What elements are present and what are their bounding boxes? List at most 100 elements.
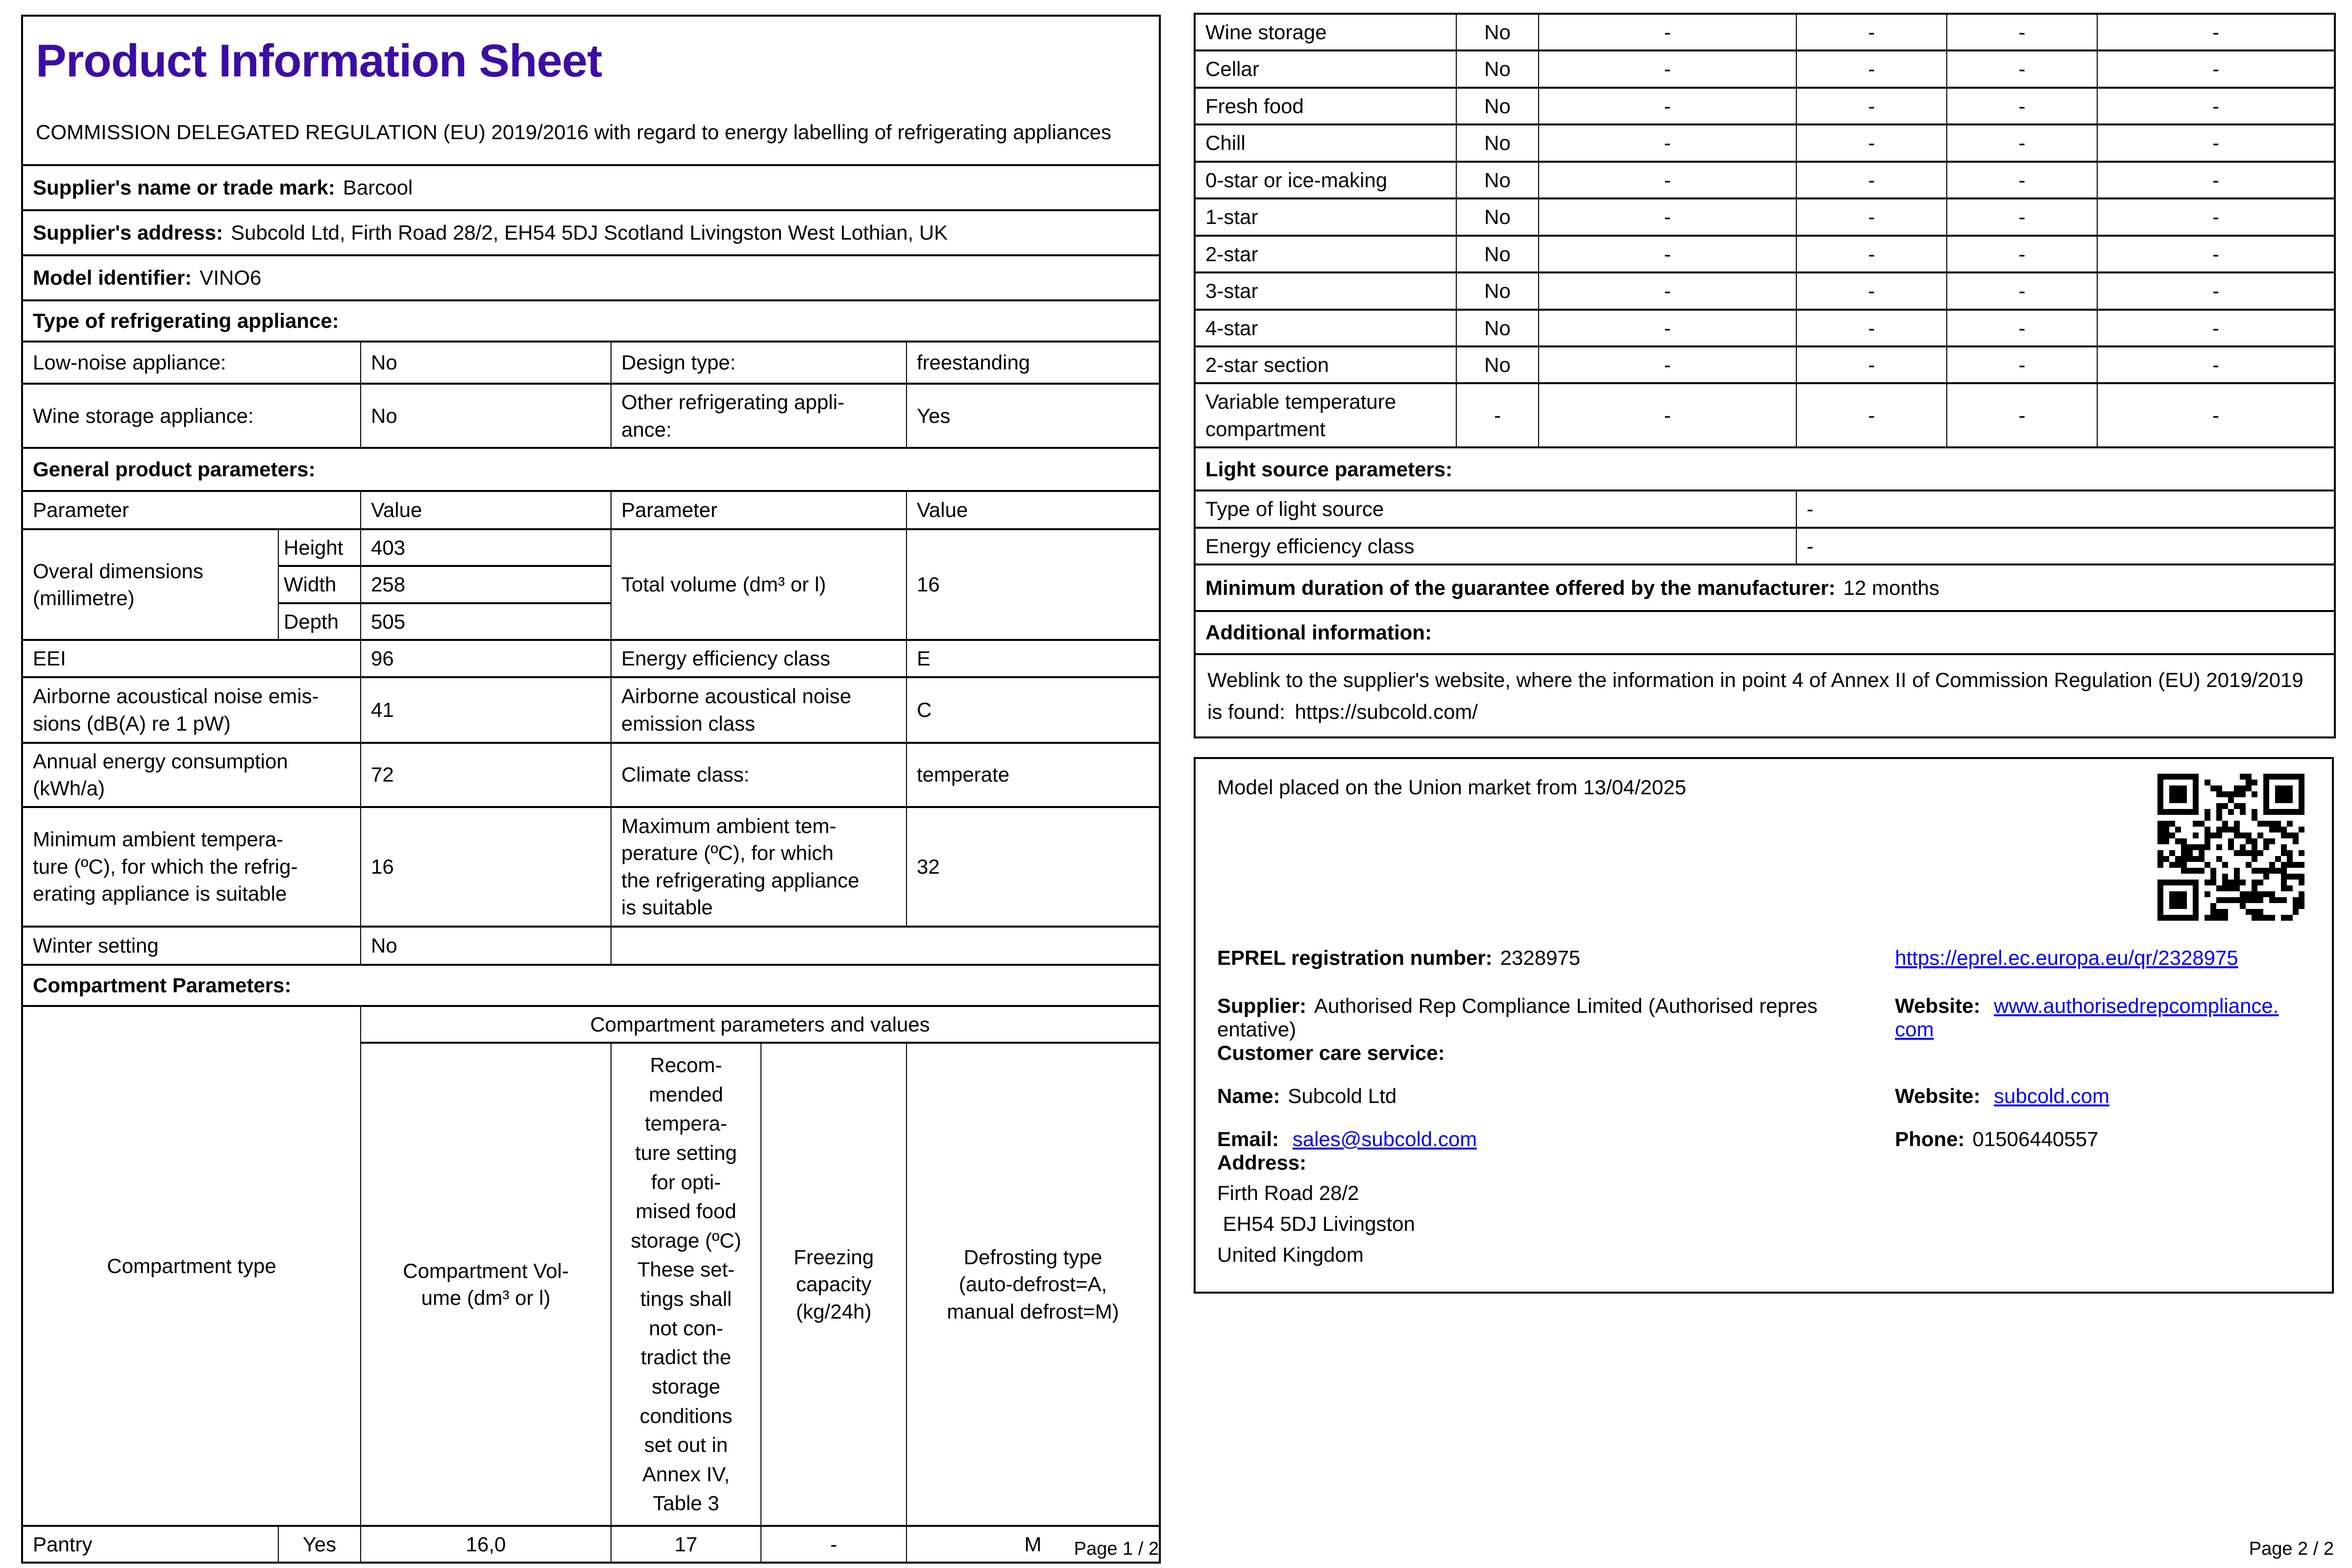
supplier-address-row: Supplier's address: Subcold Ltd, Firth Ro… [21, 209, 1161, 257]
compartment-value-cell: - [1946, 49, 2098, 89]
supplier-address-label: Supplier's address: [33, 221, 223, 245]
compartment-value-cell: - [1946, 86, 2098, 126]
design-type-value: freestanding [906, 341, 1161, 385]
wine-storage-label: Wine storage appliance: [22, 383, 361, 449]
compartment-value-cell: - [2097, 160, 2335, 200]
light-class-value: - [1796, 526, 2335, 566]
dimensions-label: Overal dimensions (millimetre) [22, 528, 279, 641]
compartment-value-cell: - [1946, 160, 2098, 200]
title-row: Product Information Sheet COMMISSION DEL… [21, 14, 1161, 167]
compartment-row: Variable temperature compartment - - - - - [1194, 382, 2335, 449]
compartment-value-cell: No [1456, 197, 1539, 237]
compartment-value-cell: - [1796, 12, 1947, 52]
page1-footer: Page 1 / 2 [1074, 1539, 1159, 1559]
compartment-span-header-row: Compartment type Compartment parameters … [22, 1004, 1161, 1527]
compartment-row: 4-star No - - - - [1194, 308, 2335, 347]
annual-energy-value: 72 [360, 741, 612, 808]
energy-class-label: Energy efficiency class [611, 639, 907, 678]
care-website-label: Website: [1895, 1084, 1981, 1108]
care-name-row: Name: Subcold Ltd Website: subcold.com [1196, 1084, 2332, 1108]
noise-row: Airborne acoustical noise emis- sions (d… [22, 676, 1161, 744]
compartment-value-cell: - [1946, 308, 2098, 347]
compartment-value-cell: - [1538, 12, 1797, 52]
compartment-value-cell: - [1538, 234, 1797, 274]
compartment-value-cell: - [1796, 345, 1947, 385]
design-type-label: Design type: [611, 341, 907, 385]
value-header-2: Value [906, 490, 1161, 530]
guarantee-row: Minimum duration of the guarantee offere… [1194, 564, 2335, 612]
noise-value: 41 [360, 676, 612, 744]
compartment-row: Cellar No - - - - [1194, 49, 2335, 89]
compartment-value-cell: - [2097, 234, 2335, 274]
supplier-name-cell: Supplier's name or trade mark: Barcool [21, 164, 1161, 212]
product-info-table: Product Information Sheet COMMISSION DEL… [21, 14, 1161, 1564]
compartment-rows: Wine storage No - - - - Cellar No - - - - Fresh food… [1194, 12, 2335, 449]
compartment-value-cell: - [2097, 345, 2335, 385]
compartment-value-cell: - [1796, 234, 1947, 274]
weblink-cell: Weblink to the supplier's website, where… [1194, 653, 2335, 739]
compartment-value-cell: No [1456, 49, 1539, 89]
climate-class-label: Climate class: [611, 741, 907, 808]
height-value: 403 [360, 528, 612, 567]
total-volume-value: 16 [906, 528, 1161, 641]
compartment-row: Chill No - - - - [1194, 123, 2335, 163]
compartment-value-cell: - [2097, 123, 2335, 163]
eprel-link[interactable]: https://eprel.ec.europa.eu/qr/2328975 [1895, 946, 2238, 969]
param-header-row: Parameter Value Parameter Value [22, 490, 1161, 530]
compartment-name-cell: 0-star or ice-making [1194, 160, 1457, 200]
compartment-value-cell: - [2097, 271, 2335, 311]
compartment-value-cell: - [1946, 197, 2098, 237]
compartment-row: 2-star section No - - - - [1194, 345, 2335, 385]
light-type-row: Type of light source - [1194, 490, 2335, 529]
eei-label: EEI [22, 639, 361, 678]
guarantee-label: Minimum duration of the guarantee offere… [1205, 576, 1836, 599]
depth-value: 505 [360, 602, 612, 641]
light-type-label: Type of light source [1194, 490, 1797, 529]
compartment-value-cell: - [1946, 234, 2098, 274]
model-identifier-label: Model identifier: [33, 266, 192, 290]
compartment-name-cell: 4-star [1194, 308, 1457, 347]
general-heading-row: General product parameters: [21, 446, 1161, 492]
compartment-value-cell: No [1456, 271, 1539, 311]
title-cell: Product Information Sheet COMMISSION DEL… [21, 14, 1161, 167]
width-value: 258 [360, 565, 612, 604]
care-website-link[interactable]: subcold.com [1994, 1084, 2109, 1107]
weblink-url: https://subcold.com/ [1295, 700, 1478, 724]
col-volume: Compartment Vol- ume (dm³ or l) [360, 1042, 612, 1527]
page-2: Wine storage No - - - - Cellar No - - - - Fresh food… [1194, 12, 2336, 1294]
wine-storage-row: Wine storage appliance: No Other refrige… [22, 383, 1161, 449]
compartment-value-cell: - [1538, 49, 1797, 89]
compartment-value-cell: - [2097, 308, 2335, 347]
col-defrosting: Defrosting type (auto-defrost=A, manual … [906, 1042, 1161, 1527]
compartment-value-cell: - [1796, 271, 1947, 311]
care-email-link[interactable]: sales@subcold.com [1293, 1127, 1477, 1151]
other-appliance-value: Yes [906, 383, 1161, 449]
general-heading: General product parameters: [21, 446, 1161, 492]
compartment-heading: Compartment Parameters: [21, 963, 1161, 1007]
min-ambient-value: 16 [360, 806, 612, 928]
compartment-row: 3-star No - - - - [1194, 271, 2335, 311]
care-email-label: Email: [1217, 1127, 1279, 1151]
care-heading: Customer care service: [1217, 1041, 1445, 1065]
compartment-row: 2-star No - - - - [1194, 234, 2335, 274]
winter-setting-value: No [360, 925, 612, 966]
compartment-name-cell: Variable temperature compartment [1194, 382, 1457, 449]
compartment-value-cell: No [1456, 234, 1539, 274]
compartment-name-cell: 2-star section [1194, 345, 1457, 385]
care-contact-row: Email: sales@subcold.com Phone: 015064405… [1196, 1127, 2332, 1151]
eprel-row: EPREL registration number: 2328975 https:… [1196, 946, 2332, 970]
param-header-1: Parameter [22, 490, 361, 530]
depth-label: Depth [278, 602, 361, 641]
supplier-address-value: Subcold Ltd, Firth Road 28/2, EH54 5DJ S… [231, 221, 948, 245]
compartment-value-cell: - [1538, 160, 1797, 200]
compartment-name-cell: Wine storage [1194, 12, 1457, 52]
compartment-value-cell: - [1946, 382, 2098, 449]
care-phone-label: Phone: [1895, 1127, 1965, 1151]
additional-heading-row: Additional information: [1194, 610, 2335, 656]
light-heading-row: Light source parameters: [1194, 446, 2335, 492]
compartment-value-cell: No [1456, 308, 1539, 347]
compartment-span-header: Compartment parameters and values [360, 1004, 1161, 1044]
supplier-value: Authorised Rep Compliance Limited (Autho… [1217, 994, 1818, 1041]
compartment-value-cell: - [1538, 345, 1797, 385]
registration-box: Model placed on the Union market from 13… [1194, 757, 2334, 1294]
